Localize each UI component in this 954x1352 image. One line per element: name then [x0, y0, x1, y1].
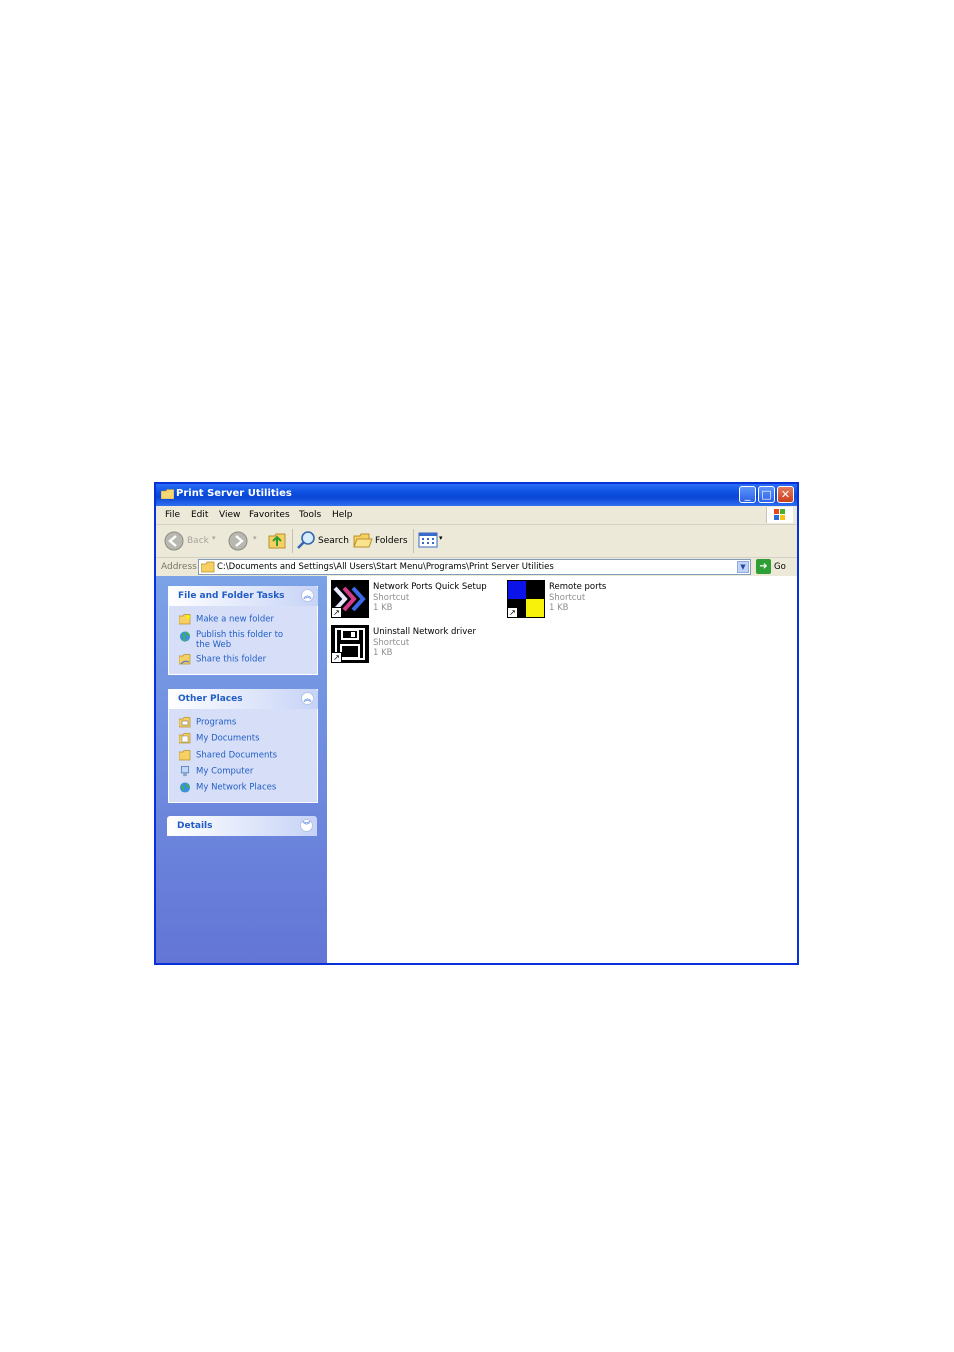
- back-dropdown-icon[interactable]: ▾: [212, 534, 216, 542]
- menu-file[interactable]: File: [165, 510, 180, 520]
- toolbar-separator: [413, 529, 414, 553]
- place-my-network-places[interactable]: My Network Places: [179, 782, 276, 793]
- minimize-button[interactable]: _: [739, 486, 756, 503]
- place-programs[interactable]: Programs: [179, 717, 236, 728]
- up-folder-icon: [268, 533, 286, 549]
- file-type: Shortcut: [549, 593, 586, 603]
- file-size: 1 KB: [373, 648, 393, 658]
- folder-icon: [201, 561, 215, 573]
- folders-button[interactable]: Folders: [353, 530, 409, 552]
- shortcut-arrow-icon: ↗: [331, 607, 342, 618]
- my-network-places-icon: [179, 782, 191, 793]
- panel-title: File and Folder Tasks: [178, 591, 285, 601]
- back-label: Back: [187, 536, 209, 546]
- file-item[interactable]: ↗ Remote ports Shortcut 1 KB: [507, 580, 677, 620]
- windows-logo-icon: [766, 507, 793, 523]
- place-my-computer[interactable]: My Computer: [179, 766, 253, 777]
- file-type: Shortcut: [373, 593, 410, 603]
- my-computer-icon: [180, 766, 190, 777]
- folder-icon: [161, 489, 174, 499]
- place-shared-documents[interactable]: Shared Documents: [179, 750, 277, 761]
- file-name: Remote ports: [549, 582, 607, 592]
- menu-view[interactable]: View: [219, 510, 240, 520]
- forward-dropdown-icon[interactable]: ▾: [253, 534, 257, 542]
- other-places-panel: Other Places ︽ Programs My Documents Sha…: [168, 689, 318, 803]
- views-button[interactable]: ▾: [418, 531, 448, 551]
- uninstall-driver-icon: ↗: [331, 625, 369, 663]
- menu-favorites[interactable]: Favorites: [249, 510, 290, 520]
- title-bar[interactable]: Print Server Utilities _ □ ✕: [156, 484, 797, 506]
- go-button[interactable]: Go: [774, 562, 786, 572]
- panel-title: Details: [177, 821, 213, 831]
- details-panel: Details ︾: [167, 816, 317, 836]
- file-name: Network Ports Quick Setup: [373, 582, 487, 592]
- toolbar-separator: [292, 529, 293, 553]
- folders-icon: [353, 533, 373, 548]
- search-icon: [297, 531, 315, 549]
- menu-help[interactable]: Help: [332, 510, 353, 520]
- address-label: Address: [161, 562, 197, 572]
- back-button[interactable]: Back: [164, 530, 216, 552]
- standard-toolbar: Back ▾ ▾ Search Folders ▾: [156, 525, 797, 558]
- menu-bar: File Edit View Favorites Tools Help: [156, 506, 797, 525]
- menu-edit[interactable]: Edit: [191, 510, 208, 520]
- address-value: C:\Documents and Settings\All Users\Star…: [217, 562, 554, 572]
- shortcut-arrow-icon: ↗: [507, 607, 518, 618]
- publish-web-icon: [179, 631, 191, 642]
- network-ports-icon: ↗: [331, 580, 369, 618]
- forward-button[interactable]: [228, 530, 256, 552]
- address-input[interactable]: C:\Documents and Settings\All Users\Star…: [198, 559, 751, 575]
- views-icon: [418, 532, 438, 548]
- place-my-documents[interactable]: My Documents: [179, 733, 260, 744]
- explorer-window: Print Server Utilities _ □ ✕ File Edit V…: [154, 482, 799, 965]
- file-folder-tasks-panel: File and Folder Tasks ︽ Make a new folde…: [168, 586, 318, 675]
- go-arrow-icon[interactable]: ➜: [756, 559, 771, 574]
- expand-chevron-icon[interactable]: ︾: [300, 819, 313, 832]
- file-size: 1 KB: [549, 603, 569, 613]
- share-folder-icon: [179, 654, 191, 665]
- panel-header[interactable]: File and Folder Tasks ︽: [168, 586, 318, 606]
- file-list: ↗ Network Ports Quick Setup Shortcut 1 K…: [327, 576, 797, 963]
- collapse-chevron-icon[interactable]: ︽: [301, 692, 314, 705]
- file-size: 1 KB: [373, 603, 393, 613]
- menu-tools[interactable]: Tools: [299, 510, 321, 520]
- file-name: Uninstall Network driver: [373, 627, 476, 637]
- new-folder-icon: [179, 614, 191, 625]
- file-item[interactable]: ↗ Uninstall Network driver Shortcut 1 KB: [331, 625, 501, 665]
- programs-folder-icon: [179, 717, 191, 728]
- panel-header[interactable]: Details ︾: [167, 816, 317, 836]
- collapse-chevron-icon[interactable]: ︽: [301, 589, 314, 602]
- back-arrow-icon: [164, 531, 184, 551]
- address-bar: Address C:\Documents and Settings\All Us…: [156, 558, 797, 576]
- remote-ports-icon: ↗: [507, 580, 545, 618]
- content-area: File and Folder Tasks ︽ Make a new folde…: [156, 576, 797, 963]
- views-dropdown-icon: ▾: [439, 534, 443, 542]
- panel-header[interactable]: Other Places ︽: [168, 689, 318, 709]
- search-label: Search: [318, 536, 349, 546]
- task-pane: File and Folder Tasks ︽ Make a new folde…: [156, 576, 327, 963]
- window-title: Print Server Utilities: [176, 488, 292, 499]
- task-make-new-folder[interactable]: Make a new folder: [179, 614, 274, 625]
- shared-documents-icon: [179, 750, 191, 761]
- forward-arrow-icon: [228, 531, 248, 551]
- address-dropdown-icon[interactable]: ▼: [737, 561, 749, 573]
- shortcut-arrow-icon: ↗: [331, 652, 342, 663]
- up-folder-button[interactable]: [267, 530, 289, 552]
- task-publish-folder-web[interactable]: Publish this folder to the Web: [179, 630, 299, 650]
- file-type: Shortcut: [373, 638, 410, 648]
- search-button[interactable]: Search: [296, 530, 349, 552]
- my-documents-icon: [179, 733, 191, 744]
- maximize-button[interactable]: □: [758, 486, 775, 503]
- panel-title: Other Places: [178, 694, 243, 704]
- folders-label: Folders: [375, 536, 408, 546]
- task-share-folder[interactable]: Share this folder: [179, 654, 266, 665]
- file-item[interactable]: ↗ Network Ports Quick Setup Shortcut 1 K…: [331, 580, 501, 620]
- close-button[interactable]: ✕: [777, 486, 794, 503]
